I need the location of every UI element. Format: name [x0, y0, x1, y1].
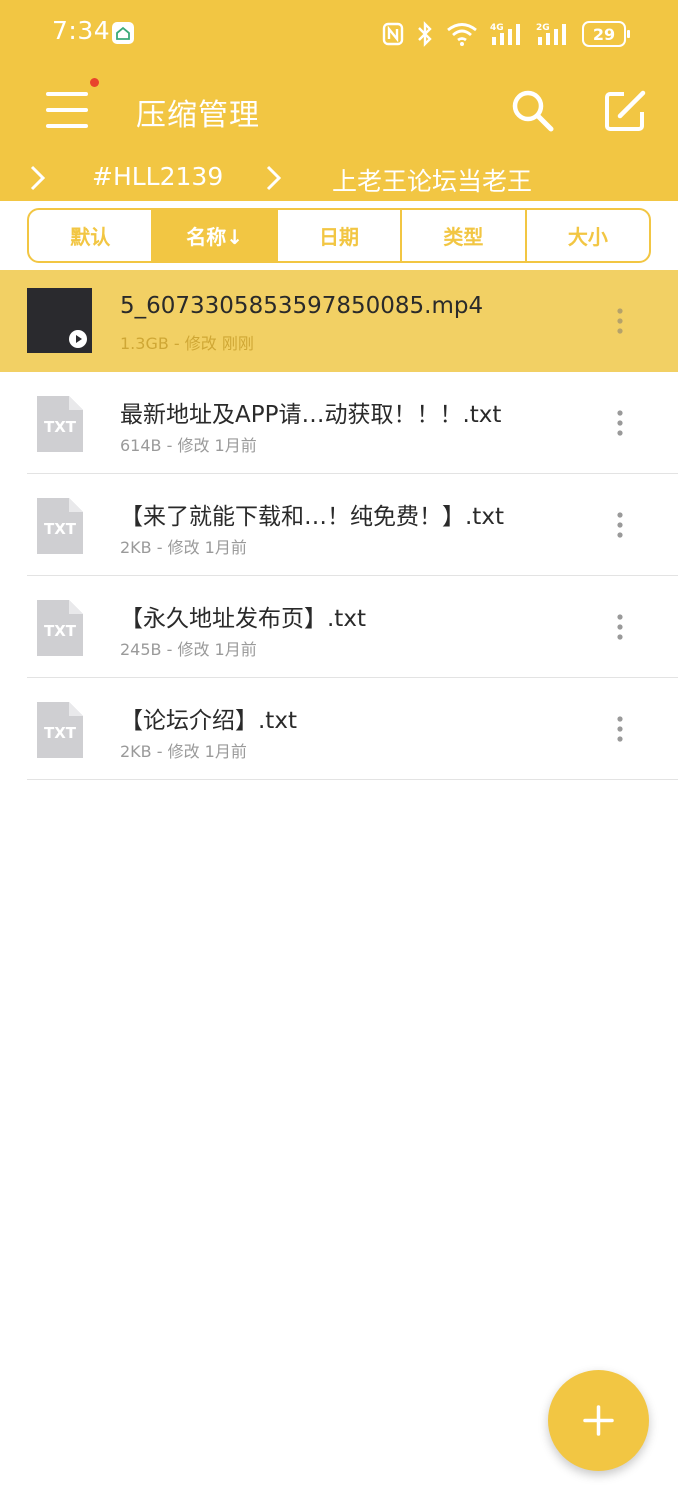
file-name: 【论坛介绍】.txt — [120, 708, 297, 734]
add-button[interactable] — [548, 1370, 649, 1471]
file-meta: 2KB - 修改 1月前 — [120, 742, 247, 761]
search-button[interactable] — [508, 86, 558, 136]
file-row[interactable]: TXT 最新地址及APP请…动获取！！！.txt 614B - 修改 1月前 — [0, 372, 678, 474]
tab-sort-name[interactable]: 名称↓ — [153, 210, 278, 261]
more-options-icon[interactable] — [606, 612, 634, 642]
svg-text:4G: 4G — [490, 23, 504, 33]
file-meta: 614B - 修改 1月前 — [120, 436, 257, 455]
txt-icon-label: TXT — [44, 724, 77, 742]
svg-text:2G: 2G — [536, 23, 550, 33]
txt-icon-label: TXT — [44, 418, 77, 436]
txt-icon-label: TXT — [44, 622, 77, 640]
chevron-right-icon — [30, 165, 46, 191]
video-thumbnail — [27, 288, 92, 353]
signal-4g-icon: 4G — [490, 23, 520, 45]
txt-icon-label: TXT — [44, 520, 77, 538]
signal-2g-icon: 2G — [536, 23, 566, 45]
sort-tabs: 默认 名称↓ 日期 类型 大小 — [27, 208, 651, 263]
file-row[interactable]: 5_6073305853597850085.mp4 1.3GB - 修改 刚刚 — [0, 270, 678, 372]
more-options-icon[interactable] — [606, 510, 634, 540]
txt-file-icon: TXT — [37, 396, 83, 452]
tab-sort-size[interactable]: 大小 — [527, 210, 649, 261]
app-bar: 7:34 4G 2G 29 压缩管理 #HLL2139 上老王论坛当老王 — [0, 0, 678, 201]
file-meta: 2KB - 修改 1月前 — [120, 538, 247, 557]
more-options-icon[interactable] — [606, 714, 634, 744]
tab-sort-default[interactable]: 默认 — [29, 210, 154, 261]
file-row[interactable]: TXT 【论坛介绍】.txt 2KB - 修改 1月前 — [0, 678, 678, 780]
tab-sort-type[interactable]: 类型 — [402, 210, 527, 261]
breadcrumb: #HLL2139 上老王论坛当老王 — [0, 156, 678, 200]
bluetooth-icon — [418, 21, 432, 47]
txt-file-icon: TXT — [37, 702, 83, 758]
status-time: 7:34 — [52, 16, 111, 45]
page-title: 压缩管理 — [136, 98, 260, 133]
more-options-icon[interactable] — [606, 408, 634, 438]
txt-file-icon: TXT — [37, 600, 83, 656]
plus-icon — [583, 1405, 614, 1436]
status-bar: 7:34 4G 2G 29 — [0, 0, 678, 68]
edit-icon — [605, 90, 646, 131]
txt-file-icon: TXT — [37, 498, 83, 554]
nfc-icon — [382, 22, 404, 46]
file-name: 5_6073305853597850085.mp4 — [120, 293, 484, 319]
breadcrumb-item-folder[interactable]: #HLL2139 — [92, 162, 223, 191]
chevron-right-icon — [266, 165, 282, 191]
file-meta: 245B - 修改 1月前 — [120, 640, 257, 659]
battery-indicator: 29 — [582, 21, 630, 47]
hamburger-menu-icon — [46, 92, 88, 128]
file-name: 最新地址及APP请…动获取！！！.txt — [120, 402, 502, 428]
status-icons: 4G 2G 29 — [382, 18, 630, 50]
home-app-icon — [112, 22, 134, 44]
menu-button[interactable] — [40, 80, 100, 140]
search-icon — [512, 90, 554, 132]
file-name: 【来了就能下载和…！纯免费！】.txt — [120, 504, 504, 530]
breadcrumb-item-current[interactable]: 上老王论坛当老王 — [332, 162, 532, 198]
notification-dot — [90, 78, 99, 87]
wifi-icon — [447, 23, 477, 46]
divider — [27, 778, 678, 780]
file-meta: 1.3GB - 修改 刚刚 — [120, 334, 254, 353]
file-name: 【永久地址发布页】.txt — [120, 606, 366, 632]
more-options-icon[interactable] — [606, 306, 634, 336]
battery-level: 29 — [592, 24, 616, 44]
play-icon — [69, 330, 87, 348]
file-row[interactable]: TXT 【永久地址发布页】.txt 245B - 修改 1月前 — [0, 576, 678, 678]
edit-button[interactable] — [600, 86, 650, 136]
file-list: 5_6073305853597850085.mp4 1.3GB - 修改 刚刚 … — [0, 270, 678, 780]
file-row[interactable]: TXT 【来了就能下载和…！纯免费！】.txt 2KB - 修改 1月前 — [0, 474, 678, 576]
tab-sort-date[interactable]: 日期 — [278, 210, 403, 261]
